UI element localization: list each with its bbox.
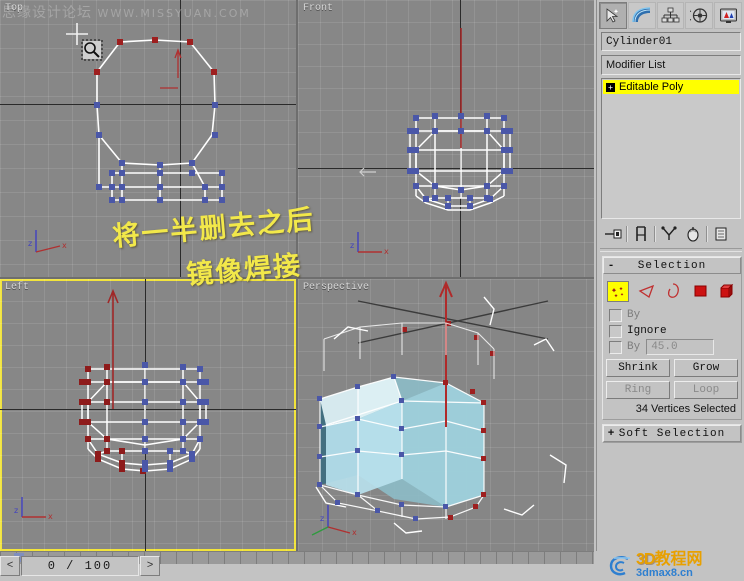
svg-text:x: x: [62, 241, 67, 250]
edge-level-button[interactable]: [636, 282, 656, 301]
rollout-title: Soft Selection: [618, 427, 726, 440]
toolbar-separator: [626, 226, 628, 242]
zoom-cursor-icon: [66, 23, 103, 61]
loop-button[interactable]: Loop: [674, 381, 738, 399]
viewport-left[interactable]: Left z x: [0, 279, 296, 551]
vertex-level-button[interactable]: [607, 280, 629, 302]
by-angle-checkbox[interactable]: [609, 340, 622, 354]
tab-create[interactable]: [599, 1, 627, 29]
prev-frame-button[interactable]: <: [0, 556, 20, 576]
modifier-stack-toolbar: [601, 222, 743, 246]
command-panel-tabs: [597, 0, 744, 29]
selection-status-text: 34 Vertices Selected: [635, 403, 736, 415]
soft-selection-rollout-header[interactable]: + Soft Selection: [603, 425, 741, 442]
axis-tripod-top: z x: [28, 230, 67, 253]
tab-display[interactable]: [714, 1, 742, 29]
axis-tripod-left: z x: [14, 497, 53, 521]
watermark-logo: 3D 教程网 3dmax8.cn: [608, 552, 740, 579]
viewport-label-top: Top: [5, 3, 24, 14]
max-main-window: Top z x 思缘设计论坛 WWW.MISSYUAN.COM Front z …: [0, 0, 744, 581]
logo-brand-3d: 3D: [636, 551, 655, 568]
configure-modifier-sets-icon[interactable]: [709, 223, 733, 245]
viewport-perspective[interactable]: Perspective z x: [298, 279, 594, 551]
bent-tube-icon: [632, 7, 651, 23]
selection-rollout-header[interactable]: - Selection: [603, 257, 741, 274]
ignore-backfacing-checkbox[interactable]: [609, 324, 622, 338]
by-vertex-checkbox[interactable]: [609, 308, 622, 322]
vertex-icon: [611, 286, 624, 297]
by-angle-spinner[interactable]: 45.0: [646, 339, 715, 355]
toolbar-separator: [654, 226, 656, 242]
frame-navigator: < 0 / 100 >: [0, 556, 160, 576]
ignore-backfacing-row[interactable]: Ignore: [609, 323, 738, 339]
element-level-button[interactable]: [717, 282, 737, 301]
modifier-list-dropdown[interactable]: Modifier List: [601, 55, 741, 75]
polygon-icon: [694, 285, 706, 297]
object-name-field[interactable]: Cylinder01: [601, 32, 741, 51]
expander-icon[interactable]: +: [606, 82, 615, 92]
soft-selection-rollout: + Soft Selection: [602, 424, 742, 443]
ring-loop-row: Ring Loop: [606, 381, 738, 399]
svg-text:z: z: [14, 506, 18, 515]
ring-button[interactable]: Ring: [606, 381, 670, 399]
logo-brand-cn: 教程网: [654, 551, 703, 568]
show-end-result-icon[interactable]: [629, 223, 653, 245]
next-frame-button[interactable]: >: [140, 556, 160, 576]
logo-url: 3dmax8.cn: [636, 567, 693, 579]
stack-item-editable-poly[interactable]: + Editable Poly: [603, 80, 739, 94]
shrink-button[interactable]: Shrink: [606, 359, 670, 377]
viewport-front[interactable]: Front z x: [298, 0, 594, 277]
viewport-label-front: Front: [303, 3, 334, 14]
panel-divider: [600, 248, 742, 252]
shrink-grow-row: Shrink Grow: [606, 359, 738, 377]
selection-rollout-body: By Ignore By 45.0 Shrink Grow Ring Loop …: [603, 274, 741, 419]
arrow-star-icon: [606, 7, 619, 23]
wheel-icon: [689, 7, 707, 23]
pin-stack-icon[interactable]: [601, 223, 625, 245]
by-vertex-row[interactable]: By: [609, 307, 738, 323]
by-vertex-label: By: [627, 309, 641, 321]
tab-modify[interactable]: [627, 1, 656, 29]
hierarchy-icon: [661, 7, 680, 22]
toolbar-separator: [706, 226, 708, 242]
svg-text:x: x: [352, 528, 357, 537]
grow-button[interactable]: Grow: [674, 359, 738, 377]
edge-icon: [638, 284, 654, 298]
current-frame-display[interactable]: 0 / 100: [21, 556, 139, 576]
svg-text:x: x: [48, 512, 53, 521]
command-panel: Cylinder01 Modifier List + Editable Poly: [596, 0, 744, 551]
ignore-backfacing-label: Ignore: [627, 325, 667, 337]
logo-swirl-icon: [609, 555, 630, 575]
make-unique-icon[interactable]: [657, 223, 681, 245]
rollout-expander-icon[interactable]: +: [604, 428, 618, 440]
svg-text:z: z: [28, 239, 32, 248]
monitor-icon: [719, 8, 737, 23]
border-icon: [667, 283, 679, 298]
by-angle-row[interactable]: By 45.0: [609, 339, 738, 355]
modifier-stack[interactable]: + Editable Poly: [601, 78, 741, 219]
remove-modifier-icon[interactable]: [681, 223, 705, 245]
svg-text:z: z: [350, 241, 354, 250]
stack-item-label: Editable Poly: [619, 81, 684, 93]
viewport-top[interactable]: Top z x 思缘设计论坛 WWW.MISSYUAN.COM: [0, 0, 296, 277]
viewport-label-perspective: Perspective: [303, 282, 370, 293]
viewport-label-left: Left: [5, 282, 30, 293]
svg-text:z: z: [320, 514, 324, 523]
axis-tripod-perspective: z x: [311, 505, 357, 537]
selection-rollout: - Selection By Ignore By 45.0 Shrink Gro…: [602, 256, 742, 420]
border-level-button[interactable]: [663, 282, 683, 301]
tab-motion[interactable]: [685, 1, 714, 29]
by-angle-label: By: [627, 341, 641, 353]
sub-object-level-buttons: [606, 279, 738, 303]
element-icon: [720, 283, 734, 297]
svg-text:x: x: [384, 247, 389, 256]
polygon-level-button[interactable]: [690, 282, 710, 301]
rollout-expander-icon[interactable]: -: [604, 260, 618, 272]
viewport-area: Top z x 思缘设计论坛 WWW.MISSYUAN.COM Front z …: [0, 0, 594, 551]
tab-hierarchy[interactable]: [656, 1, 685, 29]
axis-tripod-front: z x: [350, 167, 389, 256]
rollout-title: Selection: [637, 259, 707, 272]
